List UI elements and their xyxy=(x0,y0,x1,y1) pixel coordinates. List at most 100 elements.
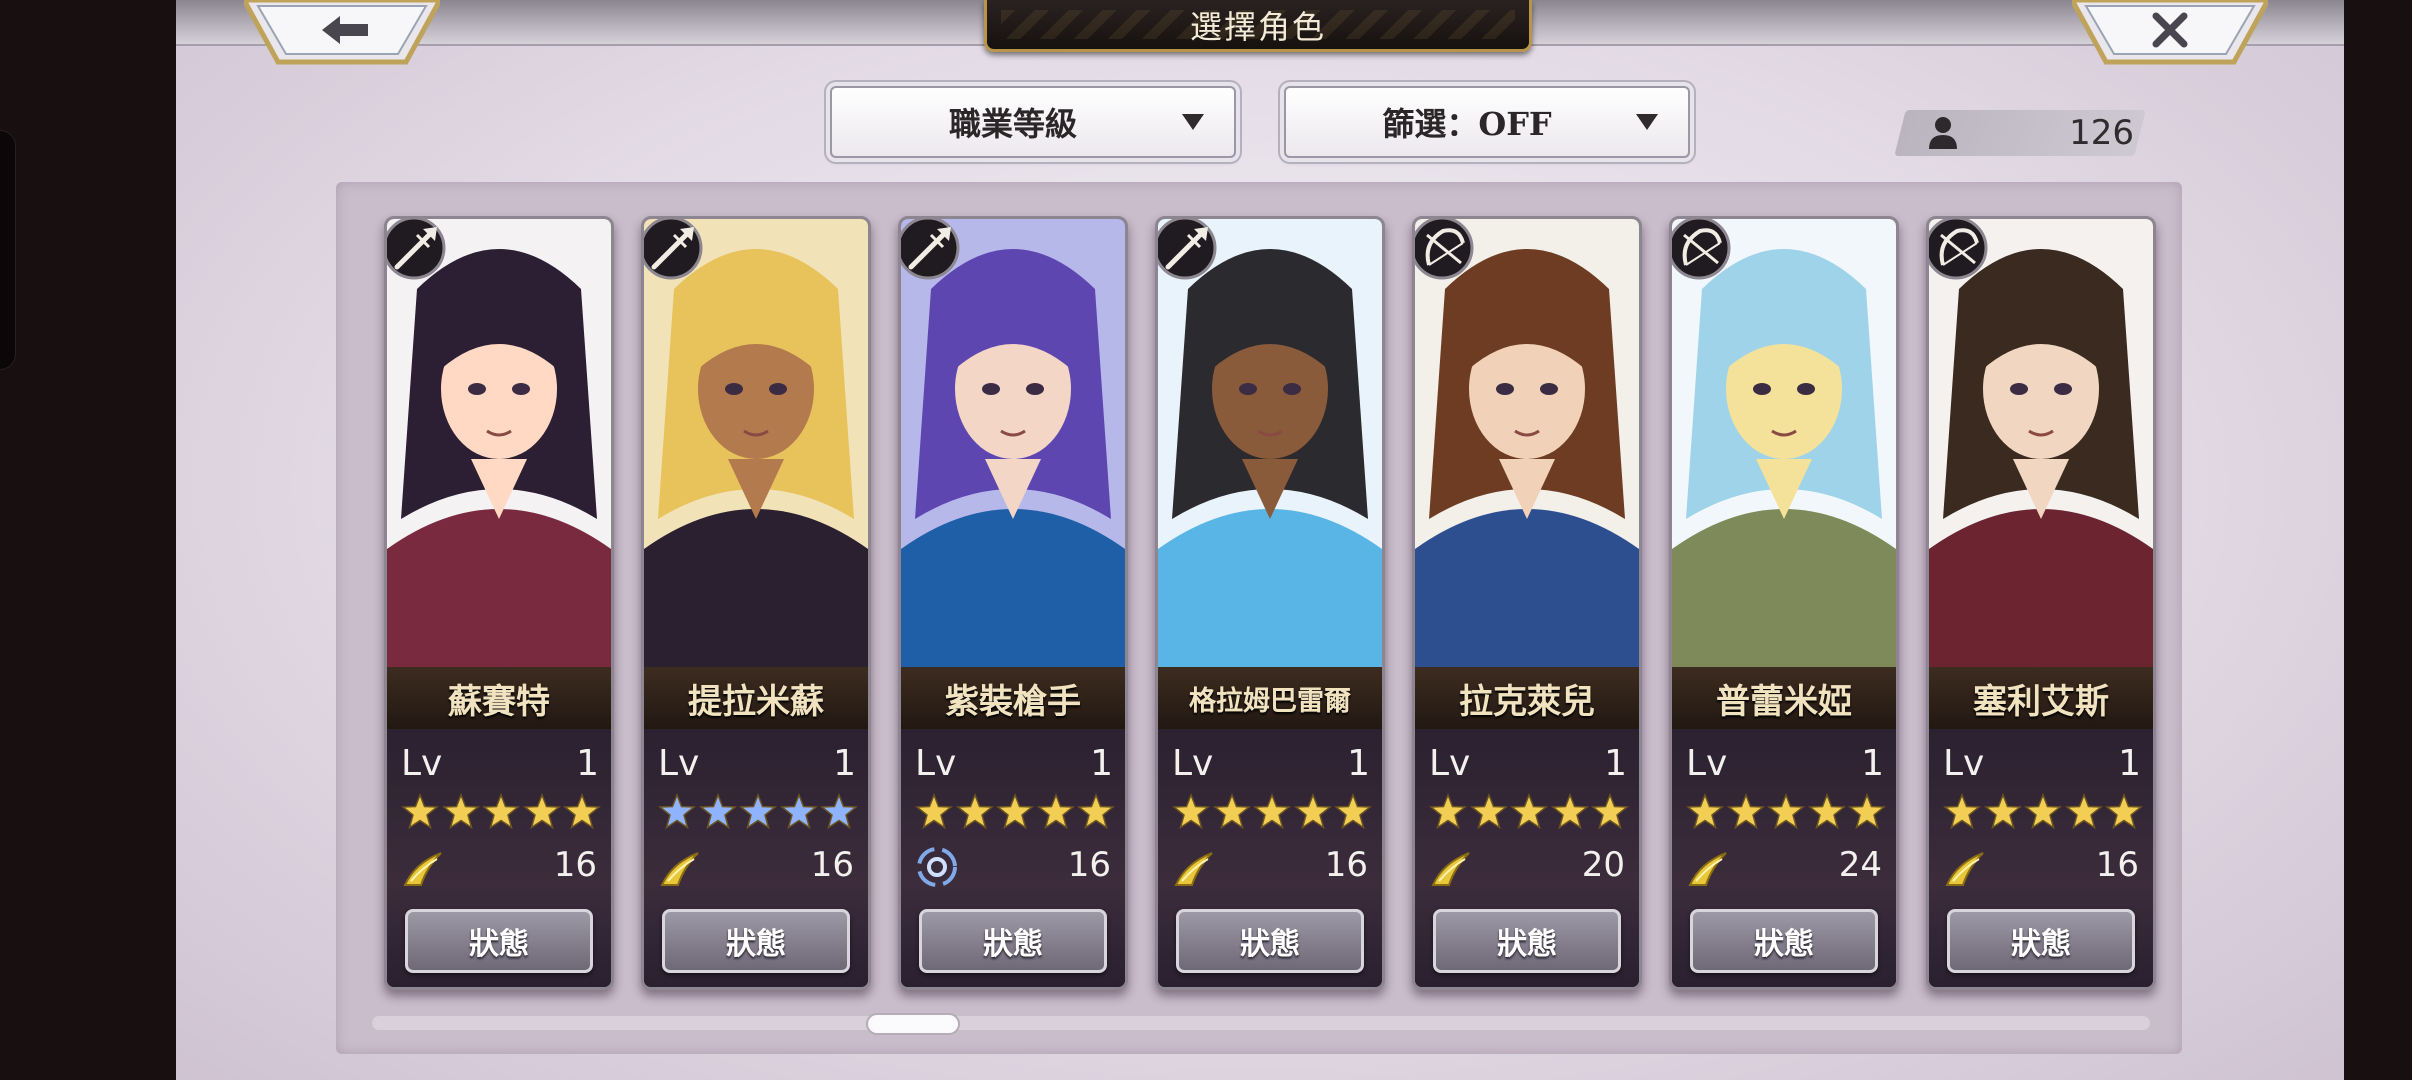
star-icon xyxy=(779,793,818,830)
character-info: Lv 1 16 狀態 xyxy=(1929,729,2153,987)
sort-dropdown[interactable]: 職業等級 xyxy=(830,86,1236,158)
star-icon xyxy=(955,793,994,830)
character-name-bar: 塞利艾斯 xyxy=(1929,667,2153,729)
character-portrait-art xyxy=(1929,219,2153,667)
filter-dropdown[interactable]: 篩選：OFF xyxy=(1284,86,1690,158)
character-portrait xyxy=(901,219,1125,667)
character-card[interactable]: 普蕾米婭 Lv 1 24 狀態 xyxy=(1669,216,1899,990)
star-icon xyxy=(522,793,561,830)
level-value: 1 xyxy=(2118,743,2141,784)
character-info: Lv 1 20 狀態 xyxy=(1415,729,1639,987)
character-portrait-art xyxy=(387,219,611,667)
character-portrait-art xyxy=(1158,219,1382,667)
star-icon xyxy=(401,793,439,830)
character-name: 普蕾米婭 xyxy=(1716,681,1852,722)
character-card[interactable]: 紫裝槍手 Lv 1 16 狀態 xyxy=(898,216,1128,990)
character-name: 蘇賽特 xyxy=(448,681,550,722)
chevron-down-icon xyxy=(1636,114,1658,130)
status-button-label: 狀態 xyxy=(1497,927,1557,962)
scrollbar-thumb[interactable] xyxy=(866,1013,960,1035)
spear-icon xyxy=(1158,219,1217,280)
device-notch xyxy=(0,130,16,370)
character-name-bar: 蘇賽特 xyxy=(387,667,611,729)
spear-icon xyxy=(901,219,960,280)
star-icon xyxy=(2024,793,2062,830)
bow-icon xyxy=(1929,219,1988,280)
star-icon xyxy=(1293,793,1332,830)
arrow-left-icon xyxy=(244,0,440,65)
rarity-stars xyxy=(1943,793,2143,833)
star-icon xyxy=(482,793,520,830)
status-button[interactable]: 狀態 xyxy=(1433,909,1621,973)
status-button-label: 狀態 xyxy=(983,927,1043,962)
star-icon xyxy=(1334,793,1372,830)
rarity-stars xyxy=(1429,793,1629,833)
level-value: 1 xyxy=(1604,743,1627,784)
character-card[interactable]: 提拉米蘇 Lv 1 16 狀態 xyxy=(641,216,871,990)
character-info: Lv 1 16 狀態 xyxy=(901,729,1125,987)
back-button[interactable] xyxy=(244,0,440,66)
star-icon xyxy=(2064,793,2103,830)
character-name-bar: 紫裝槍手 xyxy=(901,667,1125,729)
character-name-bar: 拉克萊兒 xyxy=(1415,667,1639,729)
character-name: 塞利艾斯 xyxy=(1973,681,2109,722)
status-button[interactable]: 狀態 xyxy=(1947,909,2135,973)
character-name: 拉克萊兒 xyxy=(1459,681,1595,722)
star-icon xyxy=(1983,793,2022,830)
page-title: 選擇角色 xyxy=(1189,7,1326,46)
character-card[interactable]: 格拉姆巴雷爾 Lv 1 16 狀態 xyxy=(1155,216,1385,990)
character-info: Lv 1 24 狀態 xyxy=(1672,729,1896,987)
wind-icon xyxy=(1431,852,1470,886)
status-button[interactable]: 狀態 xyxy=(405,909,593,973)
character-name-bar: 普蕾米婭 xyxy=(1672,667,1896,729)
character-name: 提拉米蘇 xyxy=(688,681,824,722)
water-swirl-icon xyxy=(917,847,957,887)
status-button[interactable]: 狀態 xyxy=(1690,909,1878,973)
star-icon xyxy=(1253,793,1291,830)
character-portrait-art xyxy=(901,219,1125,667)
close-button[interactable] xyxy=(2072,0,2268,66)
star-icon xyxy=(698,793,737,830)
rarity-stars xyxy=(1686,793,1886,833)
character-name: 紫裝槍手 xyxy=(945,681,1081,722)
status-button[interactable]: 狀態 xyxy=(1176,909,1364,973)
status-button[interactable]: 狀態 xyxy=(919,909,1107,973)
scrollbar-track[interactable] xyxy=(372,1016,2150,1030)
star-icon xyxy=(820,793,858,830)
star-icon xyxy=(996,793,1034,830)
character-portrait xyxy=(1672,219,1896,667)
star-icon xyxy=(1807,793,1846,830)
star-icon xyxy=(2105,793,2143,830)
wind-icon xyxy=(1688,852,1727,886)
star-icon xyxy=(1943,793,1981,830)
level-value: 1 xyxy=(1347,743,1370,784)
bow-icon xyxy=(1415,219,1474,280)
character-card[interactable]: 塞利艾斯 Lv 1 16 狀態 xyxy=(1926,216,2156,990)
character-card[interactable]: 蘇賽特 Lv 1 16 狀態 xyxy=(384,216,614,990)
character-portrait-art xyxy=(1415,219,1639,667)
level-label: Lv xyxy=(658,743,700,784)
star-icon xyxy=(739,793,777,830)
status-button-label: 狀態 xyxy=(2011,927,2071,962)
star-icon xyxy=(1077,793,1115,830)
character-portrait xyxy=(1158,219,1382,667)
wind-icon xyxy=(1174,852,1213,886)
level-label: Lv xyxy=(1429,743,1471,784)
star-icon xyxy=(1212,793,1251,830)
star-icon xyxy=(1036,793,1075,830)
status-button-label: 狀態 xyxy=(1240,927,1300,962)
rarity-stars xyxy=(401,793,601,833)
level-value: 1 xyxy=(1090,743,1113,784)
person-icon xyxy=(1929,117,1957,149)
level-value: 1 xyxy=(576,743,599,784)
star-icon xyxy=(563,793,601,830)
wind-icon xyxy=(660,852,699,886)
character-select-screen: 選擇角色 職業等級 篩選：OFF 126 蘇賽特 Lv 1 16 狀態 提拉米蘇… xyxy=(0,0,2412,1080)
cost-value: 16 xyxy=(553,845,597,885)
character-portrait xyxy=(1415,219,1639,667)
star-icon xyxy=(658,793,696,830)
character-name-bar: 提拉米蘇 xyxy=(644,667,868,729)
character-card[interactable]: 拉克萊兒 Lv 1 20 狀態 xyxy=(1412,216,1642,990)
status-button[interactable]: 狀態 xyxy=(662,909,850,973)
star-icon xyxy=(1726,793,1765,830)
